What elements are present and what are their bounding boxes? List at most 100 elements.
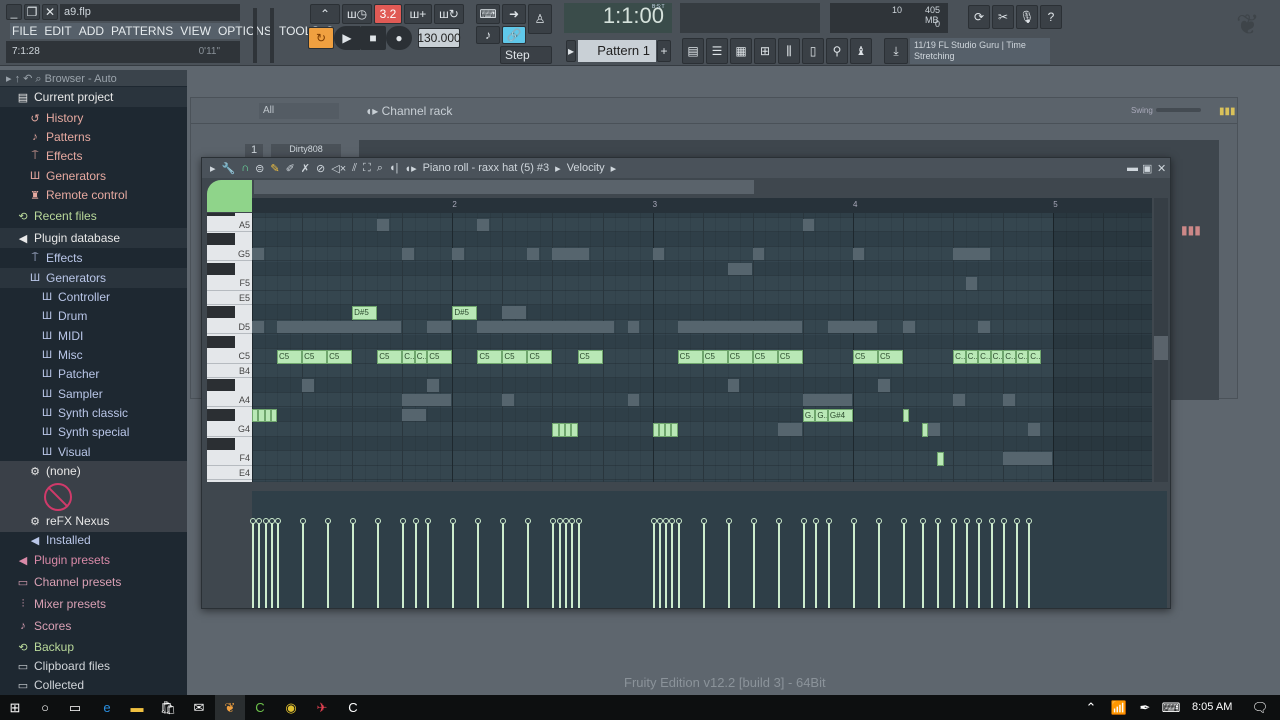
velocity-handle[interactable] — [813, 518, 820, 525]
black-key[interactable] — [207, 481, 235, 482]
note[interactable]: C.. — [978, 350, 991, 364]
note[interactable]: C5 — [677, 350, 703, 364]
arrow-button[interactable]: ➜ — [502, 4, 526, 24]
note[interactable] — [937, 452, 944, 466]
velocity-bar[interactable] — [953, 521, 956, 608]
minimize-button[interactable]: _ — [6, 4, 22, 20]
browser-item[interactable]: ▤ Current project — [0, 87, 187, 107]
velocity-handle[interactable] — [569, 518, 576, 525]
browser-item[interactable]: ◀ Installed — [0, 530, 187, 550]
velocity-handle[interactable] — [1013, 518, 1020, 525]
velocity-bar[interactable] — [1028, 521, 1031, 608]
velocity-handle[interactable] — [650, 518, 657, 525]
velocity-handle[interactable] — [412, 518, 419, 525]
velocity-handle[interactable] — [951, 518, 958, 525]
horizontal-scrollbar[interactable] — [254, 180, 754, 194]
velocity-bar[interactable] — [878, 521, 880, 608]
velocity-handle[interactable] — [375, 518, 382, 525]
browser-item[interactable]: ▭ Channel presets — [0, 572, 187, 592]
velocity-handle[interactable] — [850, 518, 857, 525]
note[interactable]: C5 — [527, 350, 553, 364]
velocity-handle[interactable] — [550, 518, 557, 525]
snap-icon[interactable]: ♪ — [476, 26, 500, 44]
cortana-icon[interactable]: ○ — [30, 695, 60, 720]
note[interactable]: C.. — [1015, 350, 1029, 364]
velocity-handle[interactable] — [268, 518, 275, 525]
note-grid[interactable]: C5 C5 C5 D#5 C5 C.. C.. C5 D#5 C5 C5 C5 C5 C5 C5 C5 C5 C5… — [252, 213, 1152, 482]
velocity-handle[interactable] — [901, 518, 908, 525]
velocity-bar[interactable] — [752, 521, 755, 608]
multilink-icon[interactable]: ♙ — [528, 4, 552, 34]
note[interactable]: C5 — [727, 350, 753, 364]
velocity-bar[interactable] — [815, 521, 818, 608]
note[interactable]: C5 — [277, 350, 303, 364]
mail-icon[interactable]: ✉ — [184, 695, 214, 720]
add-pattern-button[interactable]: + — [657, 40, 671, 62]
swing-slider[interactable] — [1156, 108, 1201, 112]
velocity-handle[interactable] — [300, 518, 307, 525]
velocity-bar[interactable] — [1003, 521, 1006, 608]
velocity-handle[interactable] — [475, 518, 482, 525]
pattern-prev-button[interactable]: ▸ — [566, 40, 576, 62]
note[interactable]: C.. — [990, 350, 1004, 364]
velocity-handle[interactable] — [400, 518, 407, 525]
browser-item[interactable]: Ш Synth special — [0, 422, 187, 442]
browser-item[interactable]: ↺ History — [0, 108, 187, 128]
velocity-handle[interactable] — [800, 518, 807, 525]
menu-view[interactable]: VIEW — [180, 24, 211, 38]
note[interactable]: C5 — [302, 350, 328, 364]
master-volume-slider[interactable] — [253, 8, 257, 63]
metronome-button[interactable]: ⌃ — [310, 4, 340, 24]
velocity-handle[interactable] — [262, 518, 269, 525]
velocity-handle[interactable] — [350, 518, 357, 525]
velocity-bar[interactable] — [978, 521, 981, 608]
velocity-bar[interactable] — [671, 521, 674, 608]
velocity-handle[interactable] — [775, 518, 782, 525]
note[interactable]: C.. — [1028, 350, 1041, 364]
record-button[interactable]: ● — [386, 26, 412, 50]
velocity-handle[interactable] — [575, 518, 582, 525]
black-key[interactable] — [207, 335, 235, 348]
velocity-handle[interactable] — [656, 518, 663, 525]
link-button[interactable]: 🔗 — [502, 26, 526, 44]
rack-options-icon[interactable]: ▮▮▮ — [1219, 106, 1236, 117]
minimize-icon[interactable]: ▬ — [1127, 162, 1138, 174]
velocity-handle[interactable] — [525, 518, 532, 525]
browser-item[interactable]: ⟲ Backup — [0, 637, 187, 657]
piano-roll-window-icon[interactable]: ⊞ — [754, 38, 776, 64]
clock[interactable]: 8:05 AM — [1192, 701, 1232, 713]
loop-record-button[interactable]: ш↻ — [434, 4, 464, 24]
browser-item[interactable]: ⫶ Mixer presets — [0, 594, 187, 614]
velocity-handle[interactable] — [1026, 518, 1033, 525]
target-control-select[interactable]: Velocity — [567, 162, 605, 174]
velocity-handle[interactable] — [988, 518, 995, 525]
velocity-bar[interactable] — [558, 521, 561, 608]
velocity-bar[interactable] — [802, 521, 805, 608]
close-icon[interactable]: ✕ — [1157, 162, 1166, 175]
task-view-icon[interactable]: ▭ — [60, 695, 90, 720]
note[interactable] — [921, 423, 929, 437]
note[interactable]: D#5 — [452, 306, 478, 320]
browser-item[interactable]: ▭ Clipboard files — [0, 656, 187, 676]
playback-icon[interactable]: ◖| — [389, 162, 399, 174]
velocity-bar[interactable] — [352, 521, 355, 608]
velocity-handle[interactable] — [500, 518, 507, 525]
velocity-bar[interactable] — [852, 521, 855, 608]
note[interactable]: C.. — [1003, 350, 1016, 364]
browser-item[interactable]: Ш Synth classic — [0, 403, 187, 423]
velocity-bar[interactable] — [577, 521, 580, 608]
snap-select[interactable]: Step — [500, 46, 552, 64]
browser-item[interactable]: ▭ Collected — [0, 675, 187, 695]
note[interactable]: C.. — [402, 350, 415, 364]
browser-item[interactable]: ◀ Plugin presets — [0, 550, 187, 570]
velocity-bar[interactable] — [552, 521, 555, 608]
browser-item[interactable]: ♜ Remote control — [0, 185, 187, 205]
velocity-bar[interactable] — [571, 521, 574, 608]
velocity-handle[interactable] — [825, 518, 832, 525]
help-icon[interactable]: ? — [1040, 5, 1062, 29]
velocity-handle[interactable] — [556, 518, 563, 525]
browser-item[interactable]: Ш Patcher — [0, 364, 187, 384]
stop-button[interactable]: ■ — [360, 26, 386, 50]
menu-file[interactable]: FILE — [12, 24, 37, 38]
note[interactable]: C.. — [414, 350, 428, 364]
